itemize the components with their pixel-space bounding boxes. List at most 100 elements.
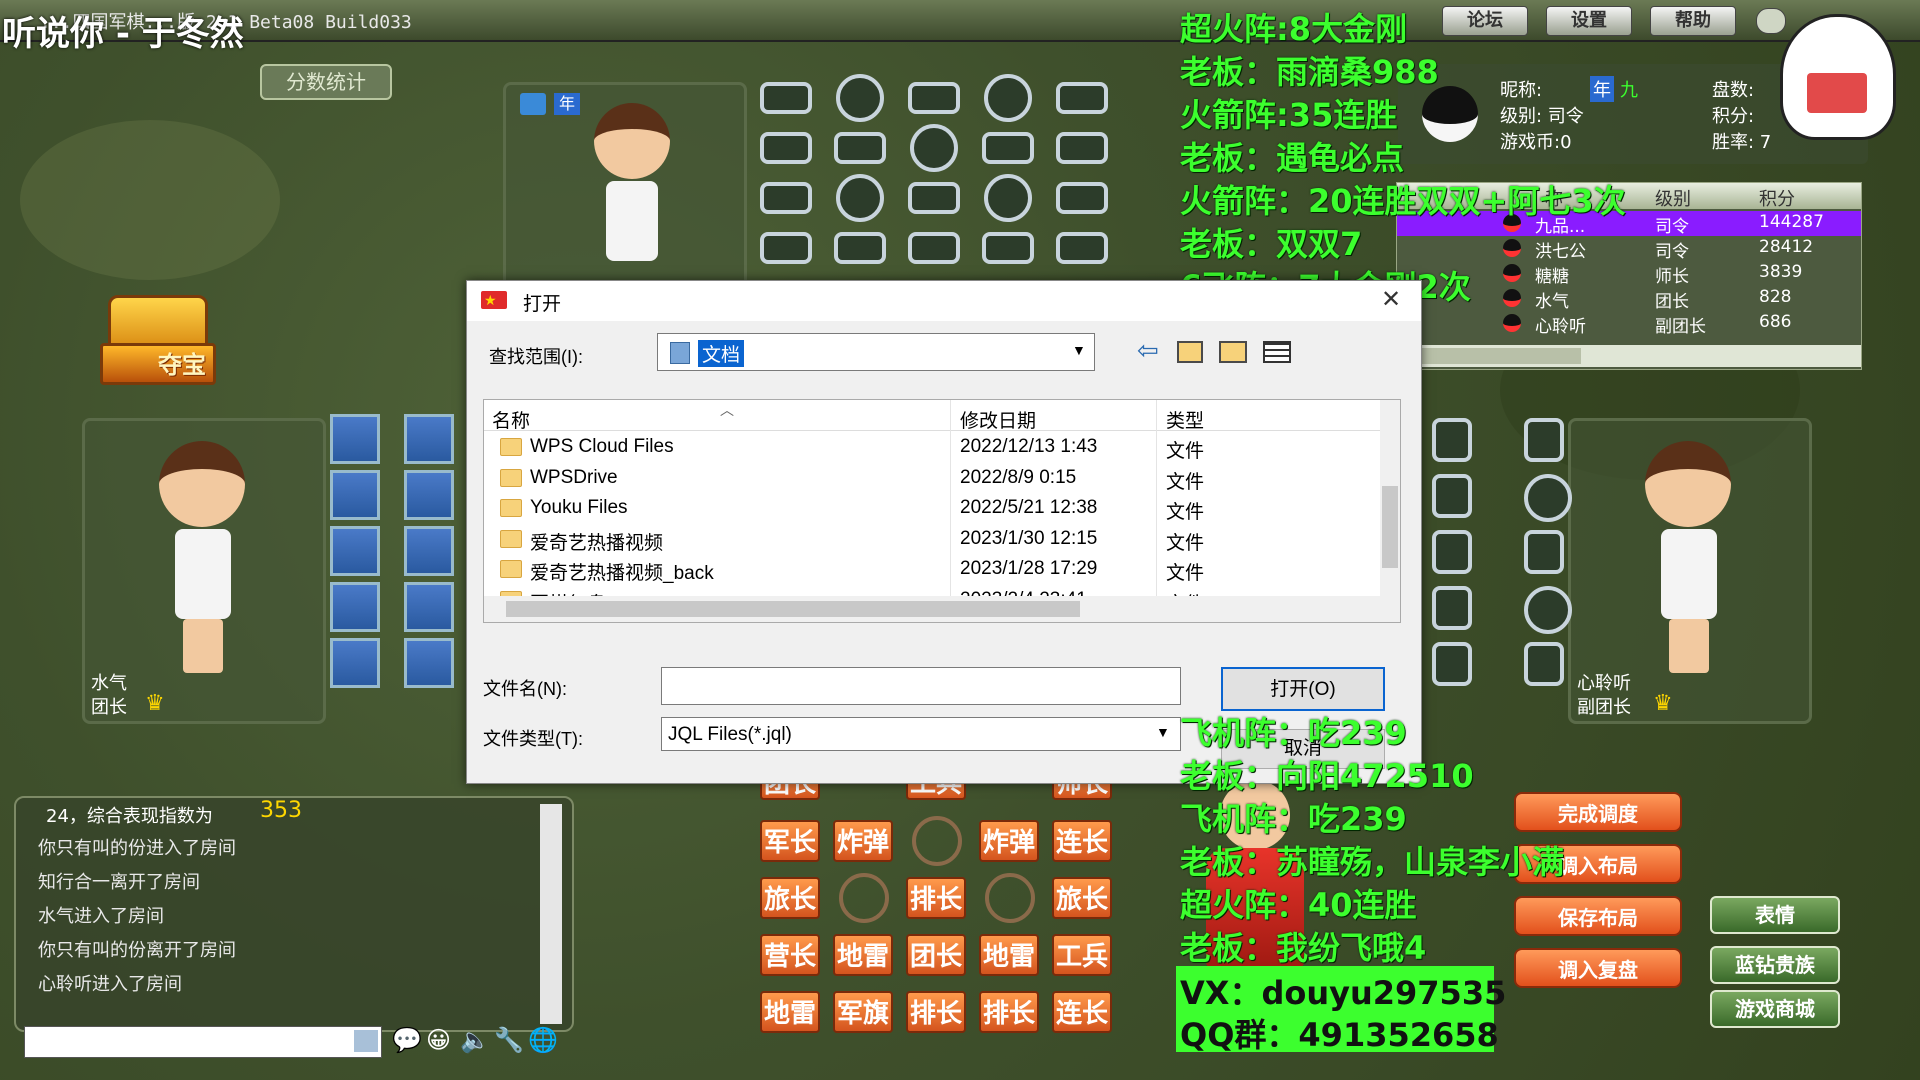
- board-node[interactable]: [1432, 586, 1472, 630]
- new-folder-icon[interactable]: [1219, 341, 1247, 363]
- scrollbar-thumb[interactable]: [1421, 348, 1581, 364]
- speaker-icon[interactable]: 🔈: [460, 1026, 490, 1054]
- board-piece[interactable]: 营长: [760, 934, 820, 976]
- board-piece[interactable]: 工兵: [1052, 934, 1112, 976]
- look-in-combo[interactable]: 文档 ▼: [657, 333, 1095, 371]
- blue-diamond-button[interactable]: 蓝钻贵族: [1710, 946, 1840, 984]
- scrollbar-thumb[interactable]: [506, 601, 1080, 617]
- board-node[interactable]: [1056, 232, 1108, 264]
- view-menu-icon[interactable]: [1263, 341, 1291, 363]
- chevron-down-icon[interactable]: [354, 1030, 378, 1052]
- board-piece[interactable]: 连长: [1052, 991, 1112, 1033]
- help-button[interactable]: 帮助: [1650, 6, 1736, 36]
- board-cell[interactable]: [404, 414, 454, 464]
- treasure-chest[interactable]: 夺宝: [100, 295, 216, 385]
- board-piece[interactable]: 炸弹: [833, 820, 893, 862]
- vertical-scrollbar[interactable]: [1380, 400, 1400, 596]
- board-node[interactable]: [982, 132, 1034, 164]
- board-piece[interactable]: 军旗: [833, 991, 893, 1033]
- board-node[interactable]: [1056, 82, 1108, 114]
- board-cell[interactable]: [404, 470, 454, 520]
- board-node[interactable]: [834, 132, 886, 164]
- board-cell[interactable]: [330, 638, 380, 688]
- board-node[interactable]: [834, 232, 886, 264]
- board-cell[interactable]: [330, 526, 380, 576]
- table-scrollbar[interactable]: [1397, 345, 1861, 367]
- globe-icon[interactable]: 🌐: [528, 1026, 558, 1054]
- game-store-button[interactable]: 游戏商城: [1710, 990, 1840, 1028]
- board-node[interactable]: [760, 182, 812, 214]
- board-node[interactable]: [984, 74, 1032, 122]
- board-piece[interactable]: 地雷: [833, 934, 893, 976]
- board-node[interactable]: [908, 182, 960, 214]
- board-cell[interactable]: [404, 526, 454, 576]
- board-cell[interactable]: [330, 470, 380, 520]
- minimize-icon[interactable]: [1756, 8, 1786, 34]
- board-node[interactable]: [760, 132, 812, 164]
- board-node[interactable]: [1432, 418, 1472, 462]
- camp-node[interactable]: [985, 873, 1035, 923]
- board-piece[interactable]: 地雷: [979, 934, 1039, 976]
- file-row[interactable]: 爱奇艺热播视频_back 2023/1/28 17:29 文件: [484, 554, 1400, 585]
- filename-input[interactable]: [661, 667, 1181, 705]
- board-node[interactable]: [1524, 586, 1572, 634]
- board-node[interactable]: [908, 232, 960, 264]
- board-node[interactable]: [910, 124, 958, 172]
- board-piece[interactable]: 排长: [979, 991, 1039, 1033]
- board-node[interactable]: [1524, 418, 1564, 462]
- board-piece[interactable]: 连长: [1052, 820, 1112, 862]
- chevron-down-icon[interactable]: ▼: [1156, 724, 1170, 740]
- file-row[interactable]: Youku Files 2022/5/21 12:38 文件: [484, 493, 1400, 524]
- table-row[interactable]: 洪七公 司令 28412: [1397, 236, 1861, 262]
- file-row[interactable]: WPS Cloud Files 2022/12/13 1:43 文件: [484, 432, 1400, 463]
- scrollbar-thumb[interactable]: [1382, 486, 1398, 568]
- filetype-select[interactable]: JQL Files(*.jql) ▼: [661, 717, 1181, 751]
- speech-icon[interactable]: 💬: [392, 1026, 422, 1054]
- save-layout-button[interactable]: 保存布局: [1514, 896, 1682, 936]
- smiley-icon[interactable]: 😀: [426, 1026, 451, 1054]
- camp-node[interactable]: [839, 873, 889, 923]
- camp-node[interactable]: [912, 816, 962, 866]
- board-node[interactable]: [984, 174, 1032, 222]
- finish-setup-button[interactable]: 完成调度: [1514, 792, 1682, 832]
- board-node[interactable]: [1524, 474, 1572, 522]
- board-piece[interactable]: 旅长: [1052, 877, 1112, 919]
- board-piece[interactable]: 团长: [906, 934, 966, 976]
- board-node[interactable]: [1056, 182, 1108, 214]
- board-node[interactable]: [908, 82, 960, 114]
- open-button[interactable]: 打开(O): [1221, 667, 1385, 711]
- forum-button[interactable]: 论坛: [1442, 6, 1528, 36]
- board-cell[interactable]: [330, 582, 380, 632]
- up-folder-icon[interactable]: [1177, 341, 1203, 363]
- board-node[interactable]: [836, 174, 884, 222]
- board-piece[interactable]: 排长: [906, 991, 966, 1033]
- score-stats-button[interactable]: 分数统计: [260, 64, 392, 100]
- back-arrow-icon[interactable]: ⇦: [1137, 335, 1159, 366]
- board-node[interactable]: [1432, 530, 1472, 574]
- board-cell[interactable]: [404, 638, 454, 688]
- board-node[interactable]: [760, 82, 812, 114]
- board-node[interactable]: [1524, 642, 1564, 686]
- board-node[interactable]: [1056, 132, 1108, 164]
- board-node[interactable]: [760, 232, 812, 264]
- file-row[interactable]: 爱奇艺热播视频 2023/1/30 12:15 文件: [484, 524, 1400, 555]
- chevron-down-icon[interactable]: ▼: [1072, 342, 1086, 358]
- board-node[interactable]: [982, 232, 1034, 264]
- close-icon[interactable]: ✕: [1381, 285, 1401, 314]
- table-row[interactable]: 心聆听 副团长 686: [1397, 311, 1861, 337]
- settings-button[interactable]: 设置: [1546, 6, 1632, 36]
- load-replay-button[interactable]: 调入复盘: [1514, 948, 1682, 988]
- board-piece[interactable]: 军长: [760, 820, 820, 862]
- column-name[interactable]: 名称: [492, 406, 530, 433]
- board-piece[interactable]: 旅长: [760, 877, 820, 919]
- board-piece[interactable]: 排长: [906, 877, 966, 919]
- emoji-button[interactable]: 表情: [1710, 896, 1840, 934]
- chat-input[interactable]: [24, 1026, 382, 1058]
- column-date[interactable]: 修改日期: [960, 406, 1036, 433]
- board-piece[interactable]: 地雷: [760, 991, 820, 1033]
- board-node[interactable]: [1432, 474, 1472, 518]
- board-cell[interactable]: [404, 582, 454, 632]
- board-piece[interactable]: 炸弹: [979, 820, 1039, 862]
- chat-scrollbar[interactable]: [540, 804, 562, 1024]
- wrench-icon[interactable]: 🔧: [494, 1026, 524, 1054]
